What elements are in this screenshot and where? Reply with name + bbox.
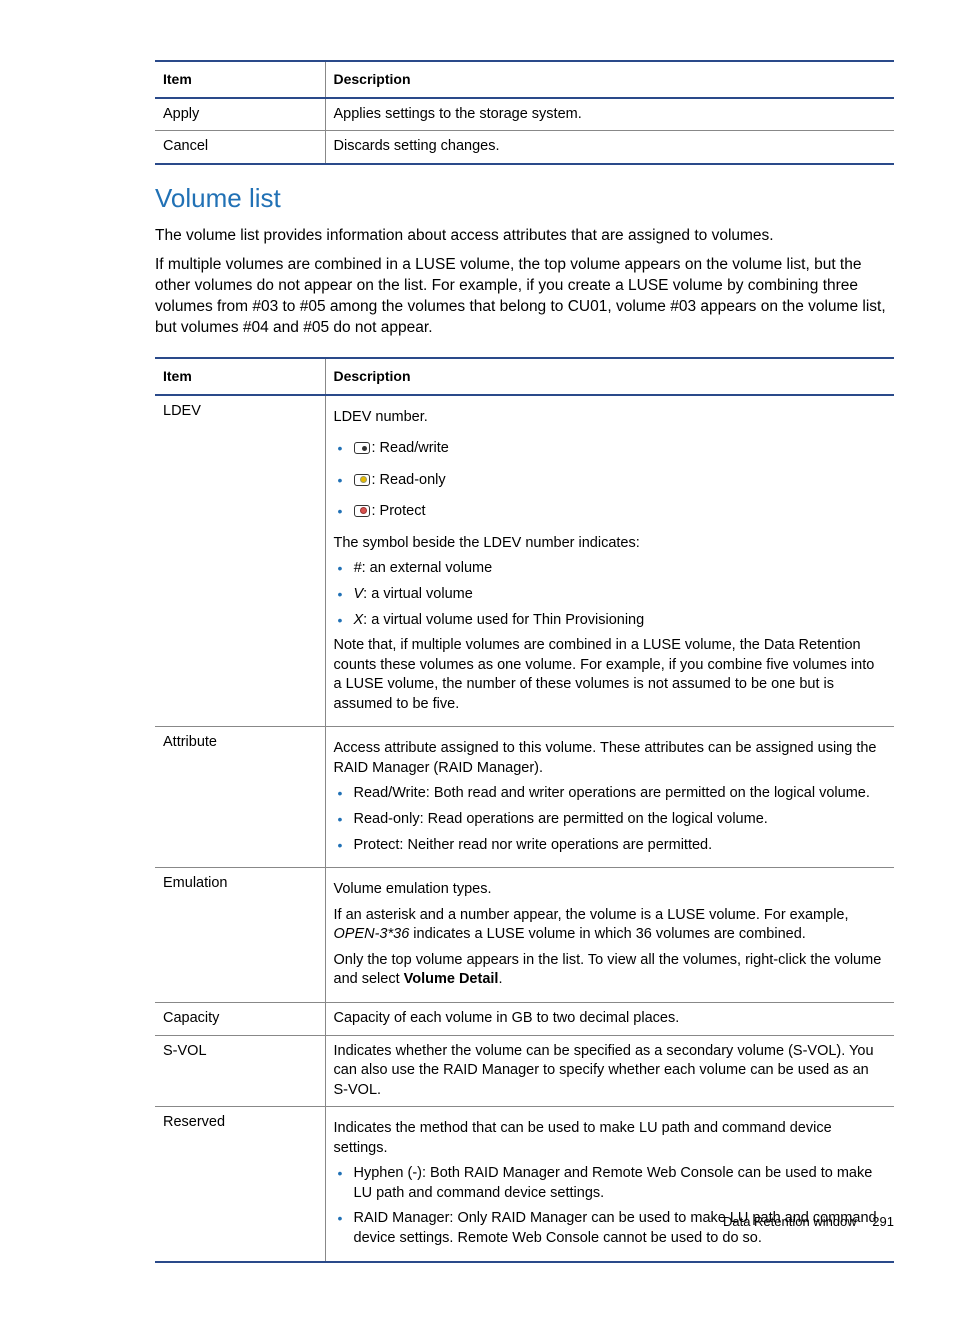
list-item: Protect: Neither read nor write operatio…: [338, 836, 887, 856]
ldev-rw-label: : Read/write: [372, 440, 449, 456]
attribute-line1: Access attribute assigned to this volume…: [334, 739, 887, 778]
emulation-line2-em: OPEN-3*36: [334, 926, 410, 942]
table-row: Cancel Discards setting changes.: [155, 131, 894, 164]
capacity-label: Capacity: [155, 1002, 325, 1035]
table-row-reserved: Reserved Indicates the method that can b…: [155, 1107, 894, 1262]
section-heading-volume-list: Volume list: [155, 181, 894, 216]
list-item: Read-only: Read operations are permitted…: [338, 810, 887, 830]
emulation-line2a: If an asterisk and a number appear, the …: [334, 907, 849, 923]
table1-header-desc: Description: [325, 61, 894, 98]
table-row: Apply Applies settings to the storage sy…: [155, 98, 894, 131]
list-item: : Protect: [338, 502, 887, 522]
page-footer: Data Retention window 291: [723, 1213, 894, 1231]
ldev-label: LDEV: [155, 395, 325, 727]
table1-item-apply: Apply: [155, 98, 325, 131]
list-item: : Read-only: [338, 471, 887, 491]
ldev-pr-label: : Protect: [372, 503, 426, 519]
apply-cancel-table: Item Description Apply Applies settings …: [155, 60, 894, 165]
ldev-line1: LDEV number.: [334, 408, 887, 428]
ldev-sym-v: V: [354, 586, 364, 602]
emulation-label: Emulation: [155, 868, 325, 1003]
ldev-sym-x: X: [354, 612, 364, 628]
table2-header-desc: Description: [325, 358, 894, 395]
table1-item-cancel: Cancel: [155, 131, 325, 164]
ldev-icon-list: : Read/write : Read-only : Protect: [334, 439, 887, 522]
ldev-ro-label: : Read-only: [372, 472, 446, 488]
ldev-line2: The symbol beside the LDEV number indica…: [334, 534, 887, 554]
table1-desc-cancel: Discards setting changes.: [325, 131, 894, 164]
emulation-line1: Volume emulation types.: [334, 880, 887, 900]
table-row-svol: S-VOL Indicates whether the volume can b…: [155, 1035, 894, 1107]
ldev-sym-v-text: : a virtual volume: [363, 586, 473, 602]
table1-desc-apply: Applies settings to the storage system.: [325, 98, 894, 131]
attribute-desc: Access attribute assigned to this volume…: [325, 727, 894, 868]
attribute-label: Attribute: [155, 727, 325, 868]
emulation-line2: If an asterisk and a number appear, the …: [334, 906, 887, 945]
list-item: : Read/write: [338, 439, 887, 459]
drive-ro-icon: [354, 474, 370, 486]
table-row-capacity: Capacity Capacity of each volume in GB t…: [155, 1002, 894, 1035]
reserved-bullets: Hyphen (-): Both RAID Manager and Remote…: [334, 1164, 887, 1248]
emulation-line2b: indicates a LUSE volume in which 36 volu…: [409, 926, 806, 942]
list-item: X: a virtual volume used for Thin Provis…: [338, 611, 887, 631]
attribute-bullets: Read/Write: Both read and writer operati…: [334, 784, 887, 855]
emulation-desc: Volume emulation types. If an asterisk a…: [325, 868, 894, 1003]
reserved-line1: Indicates the method that can be used to…: [334, 1119, 887, 1158]
ldev-sym-hash-text: : an external volume: [362, 560, 493, 576]
reserved-desc: Indicates the method that can be used to…: [325, 1107, 894, 1262]
ldev-desc: LDEV number. : Read/write : Read-only : …: [325, 395, 894, 727]
table-row-emulation: Emulation Volume emulation types. If an …: [155, 868, 894, 1003]
emulation-line3b: .: [498, 971, 502, 987]
emulation-line3: Only the top volume appears in the list.…: [334, 951, 887, 990]
intro-paragraph-1: The volume list provides information abo…: [155, 226, 894, 247]
emulation-line3-bold: Volume Detail: [404, 971, 499, 987]
ldev-note: Note that, if multiple volumes are combi…: [334, 636, 887, 714]
drive-rw-icon: [354, 442, 370, 454]
volume-list-table: Item Description LDEV LDEV number. : Rea…: [155, 357, 894, 1263]
capacity-desc: Capacity of each volume in GB to two dec…: [325, 1002, 894, 1035]
ldev-sym-hash: #: [354, 560, 362, 576]
list-item: V: a virtual volume: [338, 585, 887, 605]
list-item: Read/Write: Both read and writer operati…: [338, 784, 887, 804]
list-item: #: an external volume: [338, 559, 887, 579]
list-item: Hyphen (-): Both RAID Manager and Remote…: [338, 1164, 887, 1203]
ldev-sym-x-text: : a virtual volume used for Thin Provisi…: [363, 612, 644, 628]
table-row-ldev: LDEV LDEV number. : Read/write : Read-on…: [155, 395, 894, 727]
footer-title: Data Retention window: [723, 1214, 857, 1229]
svol-label: S-VOL: [155, 1035, 325, 1107]
table1-header-item: Item: [155, 61, 325, 98]
table-row-attribute: Attribute Access attribute assigned to t…: [155, 727, 894, 868]
footer-page-number: 291: [872, 1214, 894, 1229]
svol-desc: Indicates whether the volume can be spec…: [325, 1035, 894, 1107]
ldev-symbol-list: #: an external volume V: a virtual volum…: [334, 559, 887, 630]
table2-header-item: Item: [155, 358, 325, 395]
intro-paragraph-2: If multiple volumes are combined in a LU…: [155, 255, 894, 339]
drive-protect-icon: [354, 505, 370, 517]
reserved-label: Reserved: [155, 1107, 325, 1262]
